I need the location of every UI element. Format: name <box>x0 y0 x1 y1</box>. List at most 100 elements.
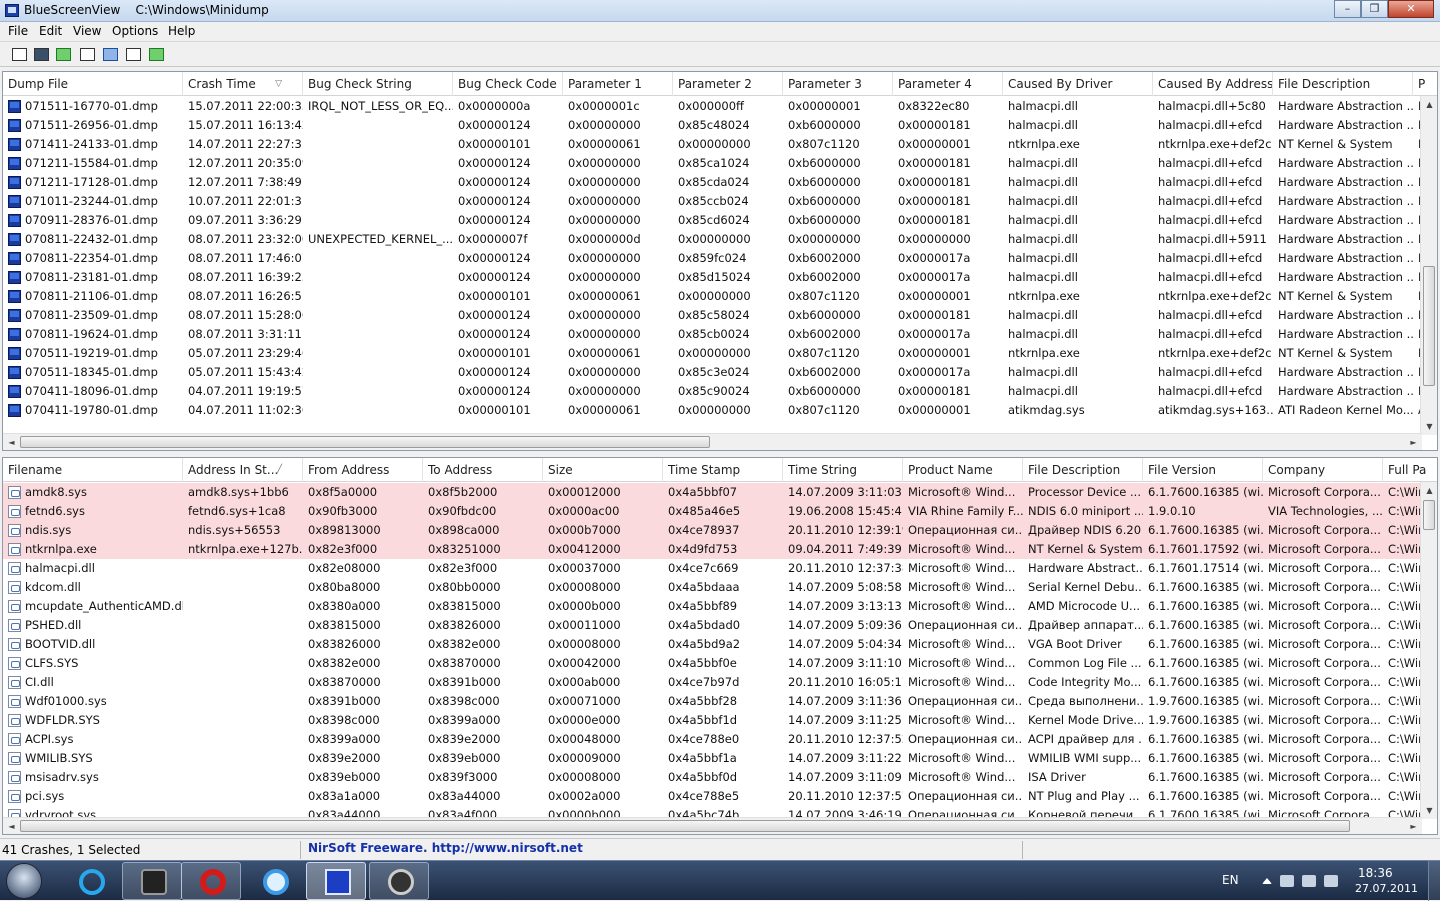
properties-icon[interactable] <box>10 46 29 64</box>
column-header-bug-check-code[interactable]: Bug Check Code <box>453 72 563 96</box>
save-icon[interactable] <box>32 46 51 64</box>
column-header-crash-time[interactable]: Crash Time ▽ <box>183 72 303 96</box>
column-header-full-path[interactable]: Full Pa <box>1383 458 1437 482</box>
crash-list-hscroll[interactable]: ◄ ► <box>3 433 1422 450</box>
opera-icon[interactable] <box>181 862 241 900</box>
find-icon[interactable] <box>124 46 143 64</box>
driver-row[interactable]: mcupdate_AuthenticAMD.dll 0x8380a000 0x838… <box>3 597 1423 616</box>
scroll-right-icon[interactable]: ► <box>1405 434 1422 450</box>
driver-row[interactable]: amdk8.sys amdk8.sys+1bb6 0x8f5a0000 0x8f5b2… <box>3 483 1423 502</box>
crash-row[interactable]: 070511-19219-01.dmp 05.07.2011 23:29:46 0x… <box>3 344 1427 363</box>
scroll-left-icon[interactable]: ◄ <box>3 818 20 834</box>
driver-row[interactable]: CLFS.SYS 0x8382e000 0x83870000 0x00042000 0x… <box>3 654 1423 673</box>
column-header-bug-check-string[interactable]: Bug Check String <box>303 72 453 96</box>
action-center-flag-icon[interactable] <box>1280 875 1294 887</box>
column-header-parameter-4[interactable]: Parameter 4 <box>893 72 1003 96</box>
driver-row[interactable]: PSHED.dll 0x83815000 0x83826000 0x00011000 0… <box>3 616 1423 635</box>
column-header-from-address[interactable]: From Address <box>303 458 423 482</box>
bluescreenview-icon[interactable] <box>306 862 366 900</box>
crash-row[interactable]: 070811-23181-01.dmp 08.07.2011 16:39:23 0x… <box>3 268 1427 287</box>
driver-row[interactable]: kdcom.dll 0x80ba8000 0x80bb0000 0x00008000 0… <box>3 578 1423 597</box>
crash-row[interactable]: 071511-16770-01.dmp 15.07.2011 22:00:33 IR… <box>3 97 1427 116</box>
speedometer-app-icon[interactable] <box>369 862 429 900</box>
driver-row[interactable]: Wdf01000.sys 0x8391b000 0x8398c000 0x000710… <box>3 692 1423 711</box>
crash-row[interactable]: 070811-19624-01.dmp 08.07.2011 3:31:11 0x0… <box>3 325 1427 344</box>
column-header-caused-by-address[interactable]: Caused By Address <box>1153 72 1273 96</box>
nirsoft-link[interactable]: NirSoft Freeware. http://www.nirsoft.net <box>308 841 583 855</box>
volume-icon[interactable] <box>1324 875 1338 887</box>
scroll-down-icon[interactable]: ▼ <box>1421 418 1437 435</box>
hscroll-thumb[interactable] <box>20 820 1350 832</box>
column-header-to-address[interactable]: To Address <box>423 458 543 482</box>
column-header-caused-by-driver[interactable]: Caused By Driver <box>1003 72 1153 96</box>
crash-row[interactable]: 070511-18345-01.dmp 05.07.2011 15:43:42 0x… <box>3 363 1427 382</box>
driver-row[interactable]: WMILIB.SYS 0x839e2000 0x839eb000 0x00009000… <box>3 749 1423 768</box>
driver-row[interactable]: WDFLDR.SYS 0x8398c000 0x8399a000 0x0000e000… <box>3 711 1423 730</box>
driver-list-vscroll[interactable]: ▲ ▼ <box>1420 482 1437 819</box>
clock-date[interactable]: 27.07.2011 <box>1355 882 1418 895</box>
driver-row[interactable]: pci.sys 0x83a1a000 0x83a44000 0x0002a000 0x4… <box>3 787 1423 806</box>
column-header-processor[interactable]: P <box>1413 72 1437 96</box>
crash-list-vscroll[interactable]: ▲ ▼ <box>1420 96 1437 435</box>
column-header-parameter-3[interactable]: Parameter 3 <box>783 72 893 96</box>
tray-expand-icon[interactable] <box>1262 878 1272 884</box>
internet-explorer-icon[interactable] <box>60 862 120 900</box>
scroll-down-icon[interactable]: ▼ <box>1421 802 1437 819</box>
camera-app-icon[interactable] <box>122 862 182 900</box>
column-header-filename[interactable]: Filename <box>3 458 183 482</box>
maximize-button[interactable]: ❐ <box>1361 0 1388 18</box>
column-header-parameter-1[interactable]: Parameter 1 <box>563 72 673 96</box>
crash-row[interactable]: 071511-26956-01.dmp 15.07.2011 16:13:42 0x… <box>3 116 1427 135</box>
column-header-parameter-2[interactable]: Parameter 2 <box>673 72 783 96</box>
crash-row[interactable]: 071211-17128-01.dmp 12.07.2011 7:38:49 0x0… <box>3 173 1427 192</box>
quicktime-icon[interactable] <box>244 862 304 900</box>
driver-row[interactable]: CI.dll 0x83870000 0x8391b000 0x000ab000 0x4c… <box>3 673 1423 692</box>
driver-row[interactable]: BOOTVID.dll 0x83826000 0x8382e000 0x0000800… <box>3 635 1423 654</box>
driver-list-hscroll[interactable]: ◄ ► <box>3 817 1422 834</box>
column-header-time-stamp[interactable]: Time Stamp <box>663 458 783 482</box>
scroll-left-icon[interactable]: ◄ <box>3 434 20 450</box>
driver-row[interactable]: fetnd6.sys fetnd6.sys+1ca8 0x90fb3000 0x90f… <box>3 502 1423 521</box>
column-header-address-in-stack[interactable]: Address In St... ╱ <box>183 458 303 482</box>
exit-icon[interactable] <box>147 46 166 64</box>
crash-row[interactable]: 070411-19780-01.dmp 04.07.2011 11:02:30 0x… <box>3 401 1426 420</box>
driver-row[interactable]: msisadrv.sys 0x839eb000 0x839f3000 0x000080… <box>3 768 1423 787</box>
scroll-up-icon[interactable]: ▲ <box>1421 96 1437 113</box>
clock-time[interactable]: 18:36 <box>1358 866 1393 880</box>
menu-file[interactable]: File <box>8 24 28 38</box>
driver-row[interactable]: ACPI.sys 0x8399a000 0x839e2000 0x00048000 0x… <box>3 730 1423 749</box>
hscroll-thumb[interactable] <box>20 436 710 448</box>
crash-row[interactable]: 070811-23509-01.dmp 08.07.2011 15:28:06 0x… <box>3 306 1427 325</box>
menu-help[interactable]: Help <box>168 24 195 38</box>
crash-row[interactable]: 070911-28376-01.dmp 09.07.2011 3:36:29 0x0… <box>3 211 1427 230</box>
column-header-product-name[interactable]: Product Name <box>903 458 1023 482</box>
menu-edit[interactable]: Edit <box>39 24 62 38</box>
crash-row[interactable]: 071211-15584-01.dmp 12.07.2011 20:35:09 0x… <box>3 154 1427 173</box>
minimize-button[interactable]: – <box>1334 0 1361 18</box>
crash-row[interactable]: 070811-21106-01.dmp 08.07.2011 16:26:51 0x… <box>3 287 1427 306</box>
crash-row[interactable]: 070411-18096-01.dmp 04.07.2011 19:19:57 0x… <box>3 382 1427 401</box>
scroll-right-icon[interactable]: ► <box>1405 818 1422 834</box>
column-header-dump-file[interactable]: Dump File <box>3 72 183 96</box>
show-desktop-button[interactable] <box>1428 861 1440 901</box>
column-header-file-description[interactable]: File Description <box>1273 72 1413 96</box>
language-indicator[interactable]: EN <box>1222 873 1239 887</box>
driver-row[interactable]: ndis.sys ndis.sys+56553 0x89813000 0x898ca0… <box>3 521 1423 540</box>
column-header-company[interactable]: Company <box>1263 458 1383 482</box>
refresh-icon[interactable] <box>54 46 73 64</box>
start-orb[interactable] <box>6 863 42 899</box>
network-icon[interactable] <box>1302 875 1316 887</box>
column-header-file-description[interactable]: File Description <box>1023 458 1143 482</box>
menu-options[interactable]: Options <box>112 24 158 38</box>
vscroll-thumb[interactable] <box>1423 500 1435 530</box>
column-header-time-string[interactable]: Time String <box>783 458 903 482</box>
copy-icon[interactable] <box>78 46 97 64</box>
crash-row[interactable]: 071411-24133-01.dmp 14.07.2011 22:27:31 0x… <box>3 135 1427 154</box>
crash-row[interactable]: 070811-22354-01.dmp 08.07.2011 17:46:07 0x… <box>3 249 1427 268</box>
vscroll-thumb[interactable] <box>1423 266 1435 386</box>
driver-row[interactable]: ntkrnlpa.exe ntkrnlpa.exe+127b... 0x82e3f0… <box>3 540 1423 559</box>
menu-view[interactable]: View <box>73 24 101 38</box>
crash-row[interactable]: 071011-23244-01.dmp 10.07.2011 22:01:31 0x… <box>3 192 1427 211</box>
driver-row[interactable]: halmacpi.dll 0x82e08000 0x82e3f000 0x000370… <box>3 559 1423 578</box>
column-header-size[interactable]: Size <box>543 458 663 482</box>
